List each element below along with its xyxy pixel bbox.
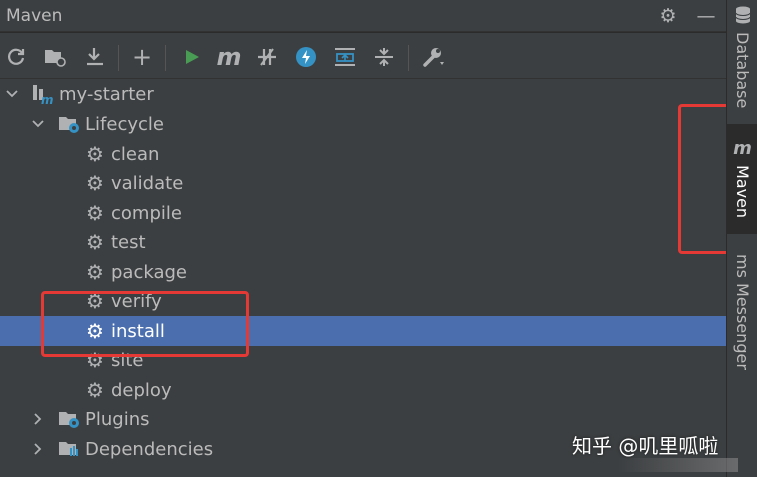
goal-label: compile [111, 202, 182, 224]
gear-icon: ⚙ [86, 319, 104, 343]
watermark: 知乎 @叽里呱啦 [572, 434, 719, 458]
dependencies-label: Dependencies [85, 438, 214, 460]
gear-icon: ⚙ [86, 201, 104, 225]
goal-install[interactable]: ⚙ install [0, 316, 726, 346]
goal-package[interactable]: ⚙ package [0, 257, 726, 287]
goal-label: install [111, 320, 165, 342]
chevron-right-icon[interactable] [30, 411, 46, 427]
goal-label: verify [111, 290, 162, 312]
download-icon[interactable] [80, 42, 110, 72]
gear-icon: ⚙ [86, 289, 104, 313]
svg-text:m: m [41, 93, 54, 105]
tool-window-title: Maven [6, 6, 63, 26]
chevron-down-icon[interactable] [30, 116, 46, 132]
generate-sources-icon[interactable] [40, 42, 70, 72]
goal-label: deploy [111, 379, 172, 401]
goal-site[interactable]: ⚙ site [0, 345, 726, 375]
tab-maven[interactable]: m Maven [727, 124, 757, 234]
add-icon[interactable]: + [127, 42, 157, 72]
tree-row-project[interactable]: m my-starter [0, 79, 726, 109]
watermark-underline [618, 458, 738, 472]
lifecycle-folder-icon [58, 113, 80, 135]
goal-label: test [111, 231, 146, 253]
dependencies-folder-icon [58, 438, 80, 460]
right-tool-strip: Database m Maven ms Messenger [726, 0, 757, 477]
gear-icon[interactable]: ⚙ [656, 4, 680, 28]
goal-label: package [111, 261, 187, 283]
maven-project-icon: m [32, 83, 54, 105]
goal-compile[interactable]: ⚙ compile [0, 198, 726, 228]
maven-icon: m [733, 138, 752, 159]
gear-icon: ⚙ [86, 171, 104, 195]
goal-label: site [111, 349, 144, 371]
lifecycle-label: Lifecycle [85, 113, 164, 135]
goal-label: validate [111, 172, 184, 194]
gear-icon: ⚙ [86, 142, 104, 166]
database-icon [735, 6, 751, 28]
tree-row-lifecycle[interactable]: Lifecycle [0, 109, 726, 139]
toggle-offline-icon[interactable] [252, 42, 282, 72]
plugins-label: Plugins [85, 408, 150, 430]
minimize-icon[interactable]: — [694, 4, 718, 28]
goal-validate[interactable]: ⚙ validate [0, 168, 726, 198]
maven-toolbar: + m [0, 33, 726, 79]
tab-messenger[interactable]: ms Messenger [727, 254, 757, 374]
maven-tool-window-header: Maven ⚙ — [0, 0, 726, 32]
reload-icon[interactable] [2, 42, 32, 72]
tab-database-label: Database [733, 32, 752, 109]
skip-tests-icon[interactable] [291, 42, 321, 72]
goal-clean[interactable]: ⚙ clean [0, 139, 726, 169]
gear-icon: ⚙ [86, 348, 104, 372]
maven-project-tree: m my-starter Lifecycle ⚙ clean ⚙ validat… [0, 79, 726, 477]
goal-label: clean [111, 143, 160, 165]
collapse-all-icon[interactable] [369, 42, 399, 72]
project-name: my-starter [59, 83, 154, 105]
tab-database[interactable]: Database [727, 6, 757, 118]
goal-verify[interactable]: ⚙ verify [0, 286, 726, 316]
run-icon[interactable] [177, 42, 207, 72]
tab-messenger-label: ms Messenger [733, 254, 752, 370]
show-dependencies-icon[interactable] [330, 42, 360, 72]
tab-maven-label: Maven [733, 165, 752, 219]
gear-icon: ⚙ [86, 230, 104, 254]
chevron-right-icon[interactable] [30, 441, 46, 457]
settings-wrench-icon[interactable] [418, 42, 448, 72]
goal-test[interactable]: ⚙ test [0, 227, 726, 257]
goal-deploy[interactable]: ⚙ deploy [0, 375, 726, 405]
execute-goal-icon[interactable]: m [214, 42, 244, 72]
chevron-down-icon[interactable] [4, 86, 20, 102]
gear-icon: ⚙ [86, 378, 104, 402]
plugins-folder-icon [58, 408, 80, 430]
gear-icon: ⚙ [86, 260, 104, 284]
